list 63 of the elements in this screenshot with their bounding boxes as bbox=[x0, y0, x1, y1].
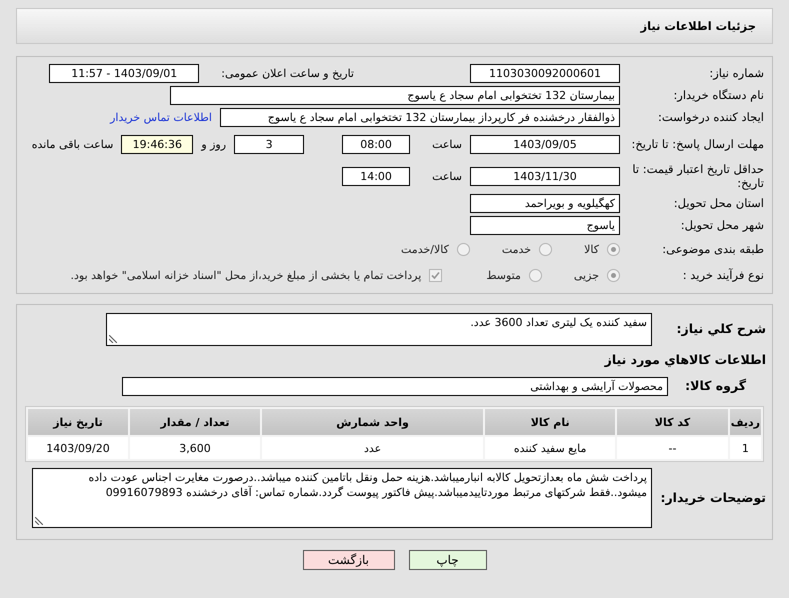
back-button[interactable]: بازگشت bbox=[302, 550, 394, 570]
field-label: توضیحات خریدار: bbox=[660, 490, 766, 506]
table-cell: 1403/09/20 bbox=[28, 437, 128, 459]
input-field: 08:00 bbox=[342, 134, 410, 154]
radio-button[interactable] bbox=[456, 242, 470, 256]
input-field: محصولات آرایشی و بهداشتی bbox=[122, 376, 668, 396]
field-label: اطلاعات کالاهاي مورد نياز bbox=[603, 352, 766, 368]
contact-link[interactable]: اطلاعات تماس خریدار bbox=[110, 110, 212, 124]
input-field: 19:46:36 bbox=[121, 134, 194, 154]
field-label: ایجاد کننده درخواست: bbox=[657, 110, 764, 124]
input-field: 1403/09/01 - 11:57 bbox=[49, 64, 200, 82]
input-field: 1103030092000601 bbox=[470, 64, 620, 82]
field-label: خدمت bbox=[502, 242, 532, 256]
input-field: بیمارستان 132 تختخوابی امام سجاد ع یاسوج bbox=[170, 86, 620, 104]
radio-button[interactable] bbox=[539, 242, 552, 256]
column-header: کد کالا bbox=[617, 409, 728, 435]
table-cell: مایع سفید کننده bbox=[485, 437, 616, 459]
input-field: 14:00 bbox=[342, 166, 410, 186]
table-cell: عدد bbox=[262, 437, 484, 459]
field-label: مهلت ارسال پاسخ: تا تاریخ: bbox=[630, 136, 764, 152]
radio-button[interactable] bbox=[607, 242, 620, 256]
input-field: یاسوج bbox=[470, 216, 620, 234]
field-label: تاریخ و ساعت اعلان عمومی: bbox=[221, 66, 354, 80]
field-label: جزیی bbox=[574, 268, 599, 282]
field-label: پرداخت تمام یا بخشی از مبلغ خرید،از محل "اسناد خزانه اسلامی" خواهد بود. bbox=[70, 268, 422, 282]
field-label: شماره نیاز: bbox=[708, 66, 764, 80]
column-header: تاریخ نیاز bbox=[28, 409, 128, 435]
field-label: متوسط bbox=[486, 268, 521, 282]
description-box: سفید کننده یک لیتری تعداد 3600 عدد. bbox=[106, 312, 652, 346]
radio-button[interactable] bbox=[607, 268, 620, 282]
input-field: 1403/11/30 bbox=[470, 166, 620, 186]
field-label: طبقه بندی موضوعی: bbox=[661, 242, 764, 256]
field-label: روز و bbox=[201, 138, 226, 150]
table-cell: 3,600 bbox=[130, 437, 260, 459]
column-header: تعداد / مقدار bbox=[130, 409, 260, 435]
field-label: ساعت باقی مانده bbox=[32, 138, 114, 150]
notes-box: پرداخت شش ماه بعدازتحویل کالابه انبارمیباشد.هزینه حمل ونقل باتامین کننده میباشد..درصورت مغایرت اجناس عودت داده میشود..فقط شرکتهای مرتبط موردتاییدمیباشد.پیش فاکتور پیوست گردد.شماره تماس: آقای درخشنده 09916079893 bbox=[32, 468, 652, 528]
input-field: کهگیلویه و بویراحمد bbox=[470, 194, 620, 212]
field-label: نام دستگاه خریدار: bbox=[672, 88, 764, 102]
field-label: کالا/خدمت bbox=[401, 242, 449, 256]
column-header: واحد شمارش bbox=[262, 409, 484, 435]
field-label: گروه کالا: bbox=[684, 378, 746, 394]
checkbox[interactable] bbox=[429, 268, 442, 282]
resize-grip-icon bbox=[35, 517, 43, 525]
table-cell: -- bbox=[617, 437, 728, 459]
field-label: شهر محل تحویل: bbox=[680, 218, 764, 232]
column-header: نام کالا bbox=[485, 409, 616, 435]
field-label: استان محل تحویل: bbox=[672, 196, 764, 210]
input-field: 3 bbox=[234, 134, 304, 154]
page-title: جزئیات اطلاعات نیاز bbox=[640, 19, 756, 33]
table-cell: 1 bbox=[730, 437, 761, 459]
field-label: ساعت bbox=[432, 170, 462, 182]
radio-button[interactable] bbox=[528, 268, 542, 282]
field-label: نوع فرآیند خرید : bbox=[682, 268, 764, 282]
field-label: کالا bbox=[584, 242, 599, 256]
field-label: ساعت bbox=[432, 138, 462, 150]
input-field: 1403/09/05 bbox=[470, 134, 620, 154]
field-label: حداقل تاریخ اعتبار قیمت: تا تاریخ: bbox=[631, 162, 764, 190]
input-field: ذوالفقار درخشنده فر کارپرداز بیمارستان 132 تختخوابی امام سجاد ع یاسوج bbox=[220, 108, 620, 126]
print-button[interactable]: چاپ bbox=[408, 550, 486, 570]
column-header: ردیف bbox=[730, 409, 761, 435]
resize-grip-icon bbox=[109, 334, 117, 342]
field-label: شرح کلي نياز: bbox=[676, 321, 766, 337]
